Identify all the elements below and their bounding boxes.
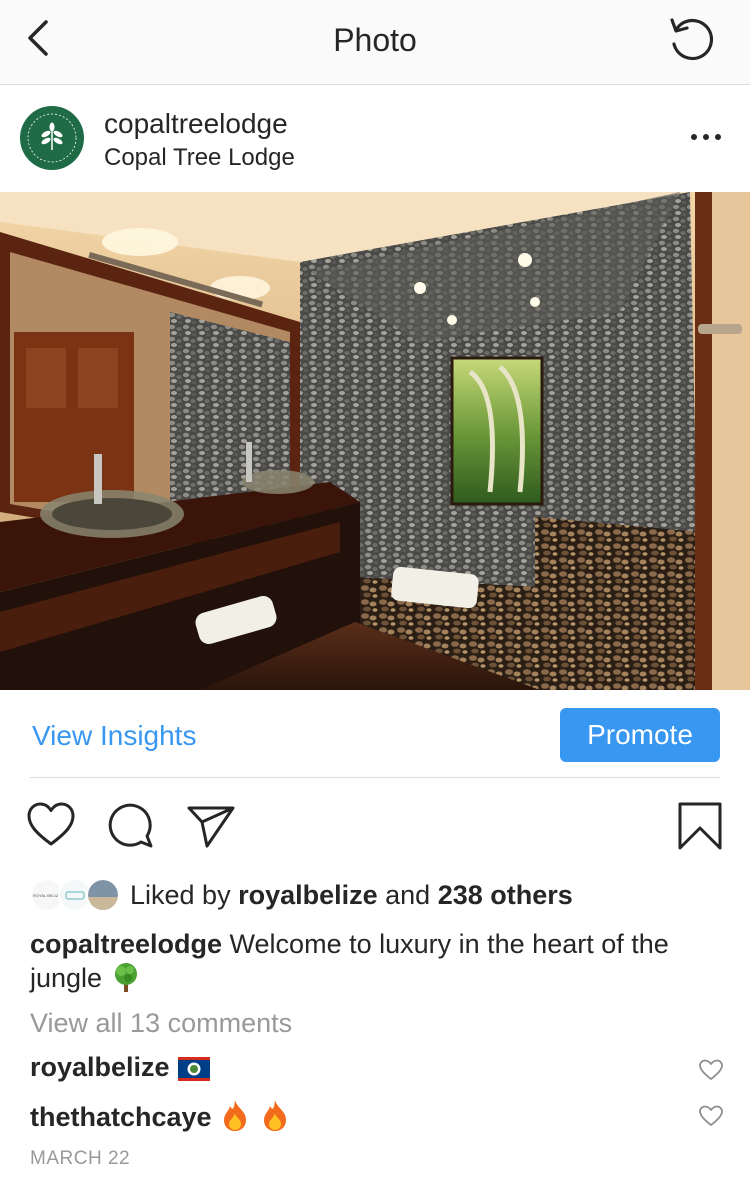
bookmark-icon[interactable]: [676, 800, 726, 852]
comment-bubble-icon[interactable]: [106, 800, 156, 852]
likes-summary[interactable]: ROYAL BELIZE Liked by royalbelize and 23…: [30, 876, 730, 916]
send-paper-plane-icon[interactable]: [186, 800, 236, 852]
post-photo[interactable]: [0, 192, 750, 690]
page-title: Photo: [333, 22, 417, 58]
post-location[interactable]: Copal Tree Lodge: [104, 144, 295, 172]
post-caption: copaltreelodge Welcome to luxury in the …: [30, 928, 725, 995]
caption-username[interactable]: copaltreelodge: [30, 929, 222, 959]
comment-username[interactable]: thethatchcaye: [30, 1102, 212, 1132]
first-liker-link[interactable]: royalbelize: [238, 880, 378, 910]
promote-button[interactable]: Promote: [560, 708, 720, 762]
comment-item: thethatchcaye: [30, 1098, 730, 1134]
more-options-icon[interactable]: [688, 122, 724, 152]
post-header: copaltreelodge Copal Tree Lodge: [0, 86, 750, 192]
divider: [30, 777, 720, 778]
top-nav-bar: Photo: [0, 0, 750, 85]
liked-by-text: Liked by royalbelize and 238 others: [130, 880, 573, 911]
view-all-comments-link[interactable]: View all 13 comments: [30, 1008, 292, 1039]
other-likers-link[interactable]: 238 others: [438, 880, 573, 910]
comment-like-heart-icon[interactable]: [698, 1104, 724, 1128]
view-insights-link[interactable]: View Insights: [32, 720, 196, 752]
fire-emoji-icon: [263, 1100, 286, 1131]
liker-avatars: ROYAL BELIZE: [30, 878, 122, 914]
profile-avatar[interactable]: [20, 106, 84, 170]
undo-icon[interactable]: [664, 12, 720, 68]
belize-flag-emoji-icon: [178, 1057, 211, 1081]
liker-avatar: [86, 878, 120, 912]
heart-icon[interactable]: [26, 800, 76, 852]
comment-username[interactable]: royalbelize: [30, 1052, 170, 1082]
bathroom-photo-image: [0, 192, 750, 690]
liked-by-and: and: [377, 880, 438, 910]
comment-like-heart-icon[interactable]: [698, 1058, 724, 1082]
fire-emoji-icon: [224, 1100, 247, 1131]
post-date: MARCH 22: [30, 1148, 131, 1169]
comment-item: royalbelize: [30, 1052, 730, 1088]
deciduous-tree-emoji-icon: [114, 963, 137, 992]
leaf-logo-icon: [22, 108, 82, 168]
liked-by-prefix: Liked by: [130, 880, 239, 910]
post-username[interactable]: copaltreelodge: [104, 108, 288, 140]
